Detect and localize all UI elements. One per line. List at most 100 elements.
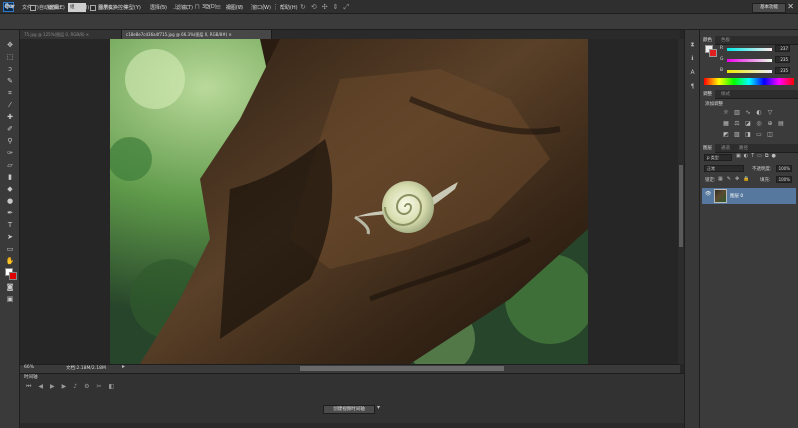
close-button[interactable]: ✕ — [787, 2, 794, 11]
quick-select-tool-icon[interactable]: ✎ — [4, 76, 16, 86]
color-balance-icon[interactable]: ⚖ — [733, 120, 741, 127]
properties-panel-icon[interactable]: ℹ — [688, 54, 697, 63]
photo-filter-icon[interactable]: ◎ — [755, 120, 763, 127]
tab-styles[interactable]: 样式 — [718, 90, 733, 99]
workspace-switcher[interactable]: 基本功能 — [752, 3, 786, 13]
quick-mask-icon[interactable]: ◙ — [4, 282, 16, 292]
brightness-icon[interactable]: ☼ — [722, 109, 730, 116]
background-color-swatch[interactable] — [9, 272, 17, 280]
distribute-vcenter-icon[interactable]: ≡ — [226, 3, 232, 11]
pen-tool-icon[interactable]: ✒ — [4, 208, 16, 218]
channel-slider[interactable] — [727, 48, 772, 51]
move-tool-icon[interactable]: ✥ — [4, 40, 16, 50]
crop-tool-icon[interactable]: ⌗ — [4, 88, 16, 98]
align-vcenter-icon[interactable]: ⊢ — [161, 3, 167, 11]
healing-brush-tool-icon[interactable]: ✚ — [4, 112, 16, 122]
distribute-right-icon[interactable]: ⋮ — [272, 3, 279, 11]
3d-slide-icon[interactable]: ⇕ — [333, 3, 339, 12]
filter-toggle-icon[interactable]: ● — [771, 153, 775, 159]
opacity-input[interactable]: 100% — [776, 165, 792, 172]
document-tab[interactable]: 75.jpg @ 125%(图层 0, RGB/8) ✕ — [20, 30, 122, 39]
hue-saturation-icon[interactable]: ▦ — [722, 120, 730, 127]
align-right-icon[interactable]: ⊐ — [205, 3, 211, 11]
color-panel-background[interactable] — [709, 49, 717, 57]
filter-pixel-icon[interactable]: ▣ — [736, 153, 741, 159]
lock-position-icon[interactable]: ✥ — [735, 176, 739, 182]
clone-stamp-tool-icon[interactable]: ⚲ — [4, 136, 16, 146]
first-frame-icon[interactable]: ⏮ — [26, 383, 31, 391]
history-panel-icon[interactable]: ⧗ — [688, 40, 697, 49]
split-icon[interactable]: ✂ — [97, 383, 102, 391]
prev-frame-icon[interactable]: ◀ — [38, 383, 43, 391]
blend-mode-dropdown[interactable]: 正常 — [704, 165, 744, 172]
timeline-title[interactable]: 时间轴 — [24, 374, 38, 380]
threshold-icon[interactable]: ◨ — [744, 131, 752, 138]
distribute-hcenter-icon[interactable]: ⋮ — [260, 3, 267, 11]
align-bottom-icon[interactable]: ⊥ — [172, 3, 178, 11]
hand-tool-icon[interactable]: ✋ — [4, 256, 16, 266]
eye-icon[interactable]: 👁 — [705, 192, 711, 197]
marquee-tool-icon[interactable]: ⬚ — [4, 52, 16, 62]
autoselect-checkbox[interactable] — [30, 5, 36, 11]
tab-color[interactable]: 颜色 — [700, 36, 715, 45]
audio-icon[interactable]: ♪ — [73, 383, 77, 391]
settings-icon[interactable]: ⚙ — [84, 383, 89, 391]
horizontal-scrollbar-thumb[interactable] — [300, 366, 504, 371]
tab-channels[interactable]: 通道 — [718, 144, 733, 153]
document-tab-active[interactable]: c18e8e7cd36a4f715.jpg @ 66.3%(图层 0, RGB/… — [122, 30, 272, 39]
blur-tool-icon[interactable]: ◆ — [4, 184, 16, 194]
move-tool-preset-icon[interactable]: ✥▾ — [4, 3, 15, 11]
tab-swatches[interactable]: 色板 — [718, 36, 733, 45]
eraser-tool-icon[interactable]: ▱ — [4, 160, 16, 170]
autoselect-dropdown[interactable]: 组 — [68, 3, 86, 12]
brush-tool-icon[interactable]: ✐ — [4, 124, 16, 134]
transition-icon[interactable]: ◧ — [109, 383, 115, 391]
posterize-icon[interactable]: ▨ — [733, 131, 741, 138]
channel-value[interactable]: 235 — [775, 67, 790, 74]
filter-shape-icon[interactable]: ▭ — [757, 153, 762, 159]
channel-value[interactable]: 235 — [775, 56, 790, 63]
tab-layers[interactable]: 图层 — [700, 144, 715, 153]
selective-color-icon[interactable]: ◫ — [766, 131, 774, 138]
align-top-icon[interactable]: ⊤ — [150, 3, 156, 11]
levels-icon[interactable]: ▥ — [733, 109, 741, 116]
tab-adjustments[interactable]: 调整 — [700, 90, 715, 99]
character-panel-icon[interactable]: A — [688, 68, 697, 77]
screen-mode-icon[interactable]: ▣ — [4, 294, 16, 304]
channel-mixer-icon[interactable]: ⊕ — [766, 120, 774, 127]
vertical-scrollbar-thumb[interactable] — [679, 165, 683, 247]
3d-roll-icon[interactable]: ⟲ — [311, 3, 317, 12]
type-tool-icon[interactable]: T — [4, 220, 16, 230]
menu-help[interactable]: 帮助(H) — [280, 4, 298, 11]
filter-smart-object-icon[interactable]: ⧉ — [765, 153, 769, 159]
distribute-bottom-icon[interactable]: ≡ — [237, 3, 243, 11]
curves-icon[interactable]: ∿ — [744, 109, 752, 116]
document-image[interactable] — [110, 39, 588, 364]
lock-transparent-icon[interactable]: ▦ — [718, 176, 723, 182]
fill-input[interactable]: 100% — [776, 176, 792, 183]
channel-slider[interactable] — [727, 70, 772, 73]
eyedropper-tool-icon[interactable]: ⁄ — [4, 100, 16, 110]
lock-image-icon[interactable]: ✎ — [727, 176, 731, 182]
color-lookup-icon[interactable]: ▤ — [777, 120, 785, 127]
create-video-timeline-button[interactable]: 创建视频时间轴 — [323, 405, 375, 414]
3d-drag-icon[interactable]: ✣ — [322, 3, 328, 12]
path-select-tool-icon[interactable]: ➤ — [4, 232, 16, 242]
color-spectrum[interactable] — [704, 78, 794, 85]
show-transform-checkbox[interactable] — [90, 5, 96, 11]
align-left-icon[interactable]: ⊏ — [183, 3, 189, 11]
status-menu-arrow-icon[interactable]: ▸ — [122, 364, 125, 370]
exposure-icon[interactable]: ◐ — [755, 109, 763, 116]
play-icon[interactable]: ▶ — [50, 383, 55, 391]
tab-paths[interactable]: 路径 — [736, 144, 751, 153]
distribute-left-icon[interactable]: ⋮ — [248, 3, 255, 11]
distribute-top-icon[interactable]: ≡ — [216, 3, 222, 11]
history-brush-tool-icon[interactable]: ✑ — [4, 148, 16, 158]
paragraph-panel-icon[interactable]: ¶ — [688, 82, 697, 91]
zoom-level[interactable]: 66% — [24, 365, 34, 370]
3d-rotate-icon[interactable]: ↻ — [300, 3, 306, 12]
channel-slider[interactable] — [727, 59, 772, 62]
gradient-tool-icon[interactable]: ▮ — [4, 172, 16, 182]
next-frame-icon[interactable]: ▶ — [62, 383, 67, 391]
chevron-down-icon[interactable]: ▾ — [377, 405, 380, 411]
